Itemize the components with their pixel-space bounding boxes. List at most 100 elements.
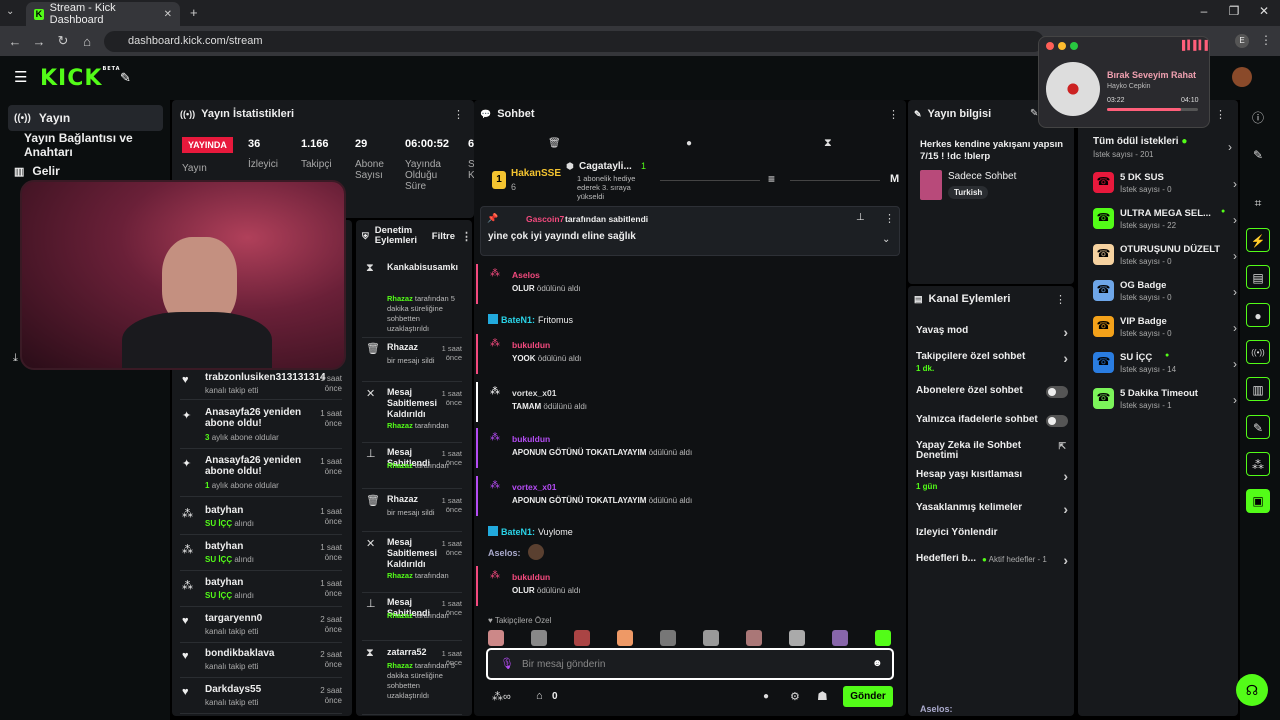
moderation-menu-icon[interactable]: ⋮ bbox=[461, 230, 472, 243]
home-icon[interactable]: ⌂ bbox=[75, 34, 99, 49]
chevron-right-icon[interactable]: › bbox=[1063, 350, 1068, 366]
chevron-right-icon[interactable]: › bbox=[1233, 285, 1237, 299]
send-button[interactable]: Gönder bbox=[843, 686, 893, 707]
chevron-right-icon[interactable]: › bbox=[1233, 249, 1237, 263]
channel-action-item[interactable]: Takipçilere özel sohbet 1 dk. › bbox=[916, 350, 1068, 374]
kick-logo[interactable]: KICKBETA bbox=[40, 66, 121, 91]
chevron-down-icon[interactable]: ⌄ bbox=[882, 234, 890, 245]
mic-icon[interactable]: 🎙 bbox=[500, 657, 514, 670]
moderation-filter-button[interactable]: Filtre bbox=[432, 231, 455, 242]
external-link-icon[interactable]: ⇱ bbox=[1058, 441, 1066, 452]
emote-button[interactable] bbox=[660, 630, 676, 646]
close-dot[interactable] bbox=[1046, 42, 1054, 50]
emote-button[interactable] bbox=[574, 630, 590, 646]
forward-icon[interactable]: → bbox=[27, 34, 51, 49]
sidebar-item-stream-key[interactable]: Yayın Bağlantısı ve Anahtarı bbox=[18, 131, 173, 159]
minimize-dot[interactable] bbox=[1058, 42, 1066, 50]
support-icon[interactable]: ☊ bbox=[1236, 674, 1268, 706]
chevron-right-icon[interactable]: › bbox=[1063, 501, 1068, 517]
minimize-icon[interactable]: – bbox=[1194, 4, 1214, 18]
progress-track[interactable] bbox=[1107, 108, 1198, 111]
pinned-menu-icon[interactable]: ⋮ bbox=[884, 212, 895, 225]
all-rewards-label[interactable]: Tüm ödül istekleri ● bbox=[1093, 136, 1187, 147]
chat-icon[interactable]: ● bbox=[1246, 303, 1270, 327]
user-avatar[interactable] bbox=[1232, 67, 1252, 87]
tab-close-icon[interactable]: ✕ bbox=[164, 9, 172, 20]
channel-action-item[interactable]: Yavaş mod › bbox=[916, 324, 1068, 348]
emote-button[interactable] bbox=[703, 630, 719, 646]
doc-icon[interactable]: ▤ bbox=[1246, 265, 1270, 289]
hourglass-icon[interactable]: ⧗ bbox=[824, 137, 832, 150]
toggle-switch[interactable] bbox=[1046, 386, 1068, 398]
channel-action-item[interactable]: İzleyici Yönlendir bbox=[916, 528, 1068, 550]
reward-item[interactable]: ☎ VIP Badge İstek sayısı - 0 › bbox=[1093, 316, 1237, 344]
reward-item[interactable]: ☎ SU İÇÇ ● İstek sayısı - 14 › bbox=[1093, 352, 1237, 380]
chevron-right-icon[interactable]: › bbox=[1228, 140, 1232, 154]
store-icon[interactable]: ⌂ bbox=[536, 690, 543, 702]
emote-button[interactable] bbox=[617, 630, 633, 646]
reward-item[interactable]: ☎ 5 DK SUS İstek sayısı - 0 › bbox=[1093, 172, 1237, 200]
collapse-icon[interactable]: ≡ bbox=[768, 172, 775, 186]
emote-button[interactable] bbox=[832, 630, 848, 646]
crop-icon[interactable]: ⌗ bbox=[1246, 191, 1270, 215]
emote-button[interactable] bbox=[531, 630, 547, 646]
channel-actions-menu-icon[interactable]: ⋮ bbox=[1055, 293, 1066, 306]
chat-bubble-icon[interactable]: ● bbox=[763, 691, 769, 702]
layout-icon[interactable]: ▥ bbox=[1246, 377, 1270, 401]
stats-menu-icon[interactable]: ⋮ bbox=[453, 108, 464, 121]
reward-item[interactable]: ☎ 5 Dakika Timeout İstek sayısı - 1 › bbox=[1093, 388, 1237, 416]
channel-action-item[interactable]: Yasaklanmış kelimeler › bbox=[916, 501, 1068, 525]
tools-icon[interactable]: ✎ bbox=[120, 70, 131, 86]
upload-icon[interactable]: ⤓ bbox=[13, 352, 18, 365]
tab-search-icon[interactable]: ⌄ bbox=[6, 6, 14, 17]
channel-action-item[interactable]: Hesap yaşı kısıtlaması 1 gün › bbox=[916, 468, 1068, 492]
chevron-right-icon[interactable]: › bbox=[1063, 324, 1068, 340]
reward-item[interactable]: ☎ OTURUŞUNU DÜZELT İstek sayısı - 0 › bbox=[1093, 244, 1237, 272]
emote-button[interactable] bbox=[746, 630, 762, 646]
chevron-right-icon[interactable]: › bbox=[1063, 552, 1068, 568]
chevron-right-icon[interactable]: › bbox=[1233, 177, 1237, 191]
sidebar-item-yayin[interactable]: ((•)) Yayın bbox=[8, 105, 163, 131]
profile-avatar[interactable]: E bbox=[1235, 34, 1249, 48]
wrench-icon[interactable]: ✎ bbox=[1246, 415, 1270, 439]
chevron-right-icon[interactable]: › bbox=[1233, 213, 1237, 227]
emote-button[interactable] bbox=[789, 630, 805, 646]
emoji-icon[interactable]: ☻ bbox=[872, 658, 883, 669]
chevron-right-icon[interactable]: › bbox=[1233, 393, 1237, 407]
close-window-icon[interactable]: ✕ bbox=[1254, 4, 1274, 18]
app-icon[interactable]: ▣ bbox=[1246, 489, 1270, 513]
reload-icon[interactable]: ↻ bbox=[51, 33, 75, 49]
mod-icon[interactable]: ☗ bbox=[817, 689, 828, 703]
info-icon[interactable]: ⓘ bbox=[1246, 106, 1270, 130]
channel-action-item[interactable]: Abonelere özel sohbet bbox=[916, 386, 1068, 408]
maximize-dot[interactable] bbox=[1070, 42, 1078, 50]
chevron-right-icon[interactable]: › bbox=[1063, 468, 1068, 484]
toggle-switch[interactable] bbox=[1046, 415, 1068, 427]
chat-bubble-icon[interactable]: ● bbox=[686, 138, 692, 149]
trash-icon[interactable]: 🗑 bbox=[548, 138, 561, 149]
tag-badge[interactable]: Turkish bbox=[948, 186, 989, 199]
pen-icon[interactable]: ✎ bbox=[1246, 143, 1270, 167]
reward-item[interactable]: ☎ ULTRA MEGA SEL... ● İstek sayısı - 22 › bbox=[1093, 208, 1237, 236]
rewards-menu-icon[interactable]: ⋮ bbox=[1215, 108, 1226, 121]
back-icon[interactable]: ← bbox=[3, 34, 27, 49]
channel-points-icon[interactable]: ⁂∞ bbox=[492, 690, 511, 703]
points-icon[interactable]: ⁂ bbox=[1246, 452, 1270, 476]
hamburger-menu-icon[interactable]: ☰ bbox=[14, 68, 27, 86]
chevron-right-icon[interactable]: › bbox=[1233, 321, 1237, 335]
emote-button[interactable] bbox=[488, 630, 504, 646]
reward-item[interactable]: ☎ OG Badge İstek sayısı - 0 › bbox=[1093, 280, 1237, 308]
broadcast-icon[interactable]: ((•)) bbox=[1246, 340, 1270, 364]
browser-menu-icon[interactable]: ⋮ bbox=[1260, 33, 1272, 47]
channel-action-item[interactable]: Yapay Zeka ile Sohbet Denetimi ⇱ bbox=[916, 441, 1068, 463]
unpin-icon[interactable]: ⊥ bbox=[856, 212, 865, 223]
browser-tab[interactable]: K Stream - Kick Dashboard ✕ bbox=[26, 2, 180, 26]
channel-action-item[interactable]: Hedefleri b... ● Aktif hedefler - 1 › bbox=[916, 552, 1068, 576]
new-tab-icon[interactable]: + bbox=[190, 5, 198, 20]
settings-gear-icon[interactable]: ⚙ bbox=[790, 690, 800, 703]
chevron-right-icon[interactable]: › bbox=[1233, 357, 1237, 371]
maximize-icon[interactable]: ❐ bbox=[1224, 4, 1244, 18]
chat-menu-icon[interactable]: ⋮ bbox=[888, 108, 899, 121]
emote-button[interactable] bbox=[875, 630, 891, 646]
channel-action-item[interactable]: Yalnızca ifadelerle sohbet bbox=[916, 415, 1068, 437]
